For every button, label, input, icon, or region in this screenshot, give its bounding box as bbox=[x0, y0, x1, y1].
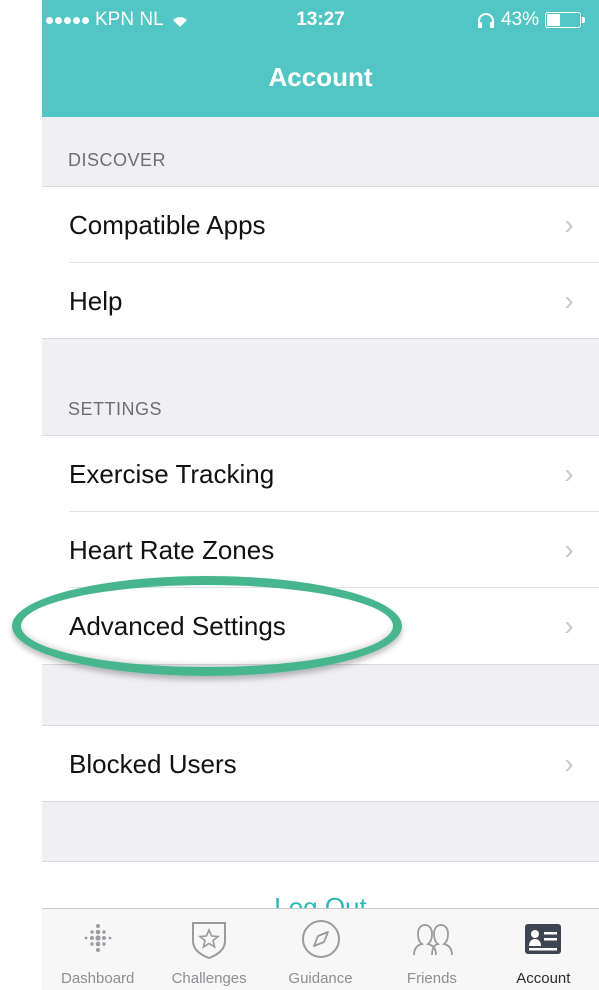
tab-label: Dashboard bbox=[61, 970, 135, 987]
battery-icon bbox=[545, 12, 585, 28]
guidance-compass-icon bbox=[301, 920, 340, 958]
list-item-blocked-users[interactable]: Blocked Users › bbox=[42, 726, 599, 802]
battery-percent: 43% bbox=[500, 9, 539, 30]
tab-label: Friends bbox=[406, 970, 457, 987]
chevron-right-icon: › bbox=[564, 534, 574, 565]
list-item-label: Heart Rate Zones bbox=[69, 534, 275, 565]
tab-label: Guidance bbox=[288, 970, 353, 987]
chevron-right-icon: › bbox=[564, 610, 574, 641]
chevron-right-icon: › bbox=[564, 748, 574, 779]
headphones-icon bbox=[477, 13, 494, 28]
challenges-star-badge-icon bbox=[192, 922, 227, 960]
divider bbox=[42, 801, 599, 802]
section-header-discover: DISCOVER bbox=[68, 150, 167, 170]
tab-label: Challenges bbox=[171, 970, 247, 987]
list-item-label: Blocked Users bbox=[69, 748, 237, 779]
chevron-right-icon: › bbox=[564, 285, 574, 316]
tab-label: Account bbox=[516, 970, 571, 987]
divider bbox=[42, 338, 599, 339]
list-item-compatible-apps[interactable]: Compatible Apps › bbox=[42, 187, 599, 263]
tab-dashboard[interactable]: Dashboard bbox=[42, 909, 153, 990]
highlight-ellipse-annotation bbox=[12, 576, 402, 676]
status-bar: KPN NL 13:27 43% bbox=[42, 0, 599, 40]
list-item-help[interactable]: Help › bbox=[42, 263, 599, 339]
page-title: Account bbox=[268, 62, 373, 92]
list-item-label: Compatible Apps bbox=[69, 209, 266, 240]
chevron-right-icon: › bbox=[564, 458, 574, 489]
account-card-icon bbox=[525, 924, 562, 954]
list-item-exercise-tracking[interactable]: Exercise Tracking › bbox=[42, 436, 599, 512]
dashboard-dots-icon bbox=[84, 924, 112, 952]
tab-friends[interactable]: Friends bbox=[376, 909, 487, 990]
tab-guidance[interactable]: Guidance bbox=[265, 909, 376, 990]
section-header-settings: SETTINGS bbox=[68, 399, 163, 419]
tab-account[interactable]: Account bbox=[488, 909, 599, 990]
app-header: KPN NL 13:27 43% Account bbox=[42, 0, 599, 117]
account-screen: KPN NL 13:27 43% Account DISCOVER Compat… bbox=[42, 0, 599, 990]
friends-icon bbox=[413, 924, 453, 956]
status-right: 43% bbox=[477, 9, 585, 31]
list-item-heart-rate-zones[interactable]: Heart Rate Zones › bbox=[42, 512, 599, 588]
chevron-right-icon: › bbox=[564, 209, 574, 240]
tab-bar: Dashboard Challenges Guidance Friends Ac… bbox=[42, 908, 599, 990]
tab-challenges[interactable]: Challenges bbox=[153, 909, 264, 990]
list-item-label: Exercise Tracking bbox=[69, 458, 275, 489]
list-item-label: Help bbox=[69, 285, 123, 316]
